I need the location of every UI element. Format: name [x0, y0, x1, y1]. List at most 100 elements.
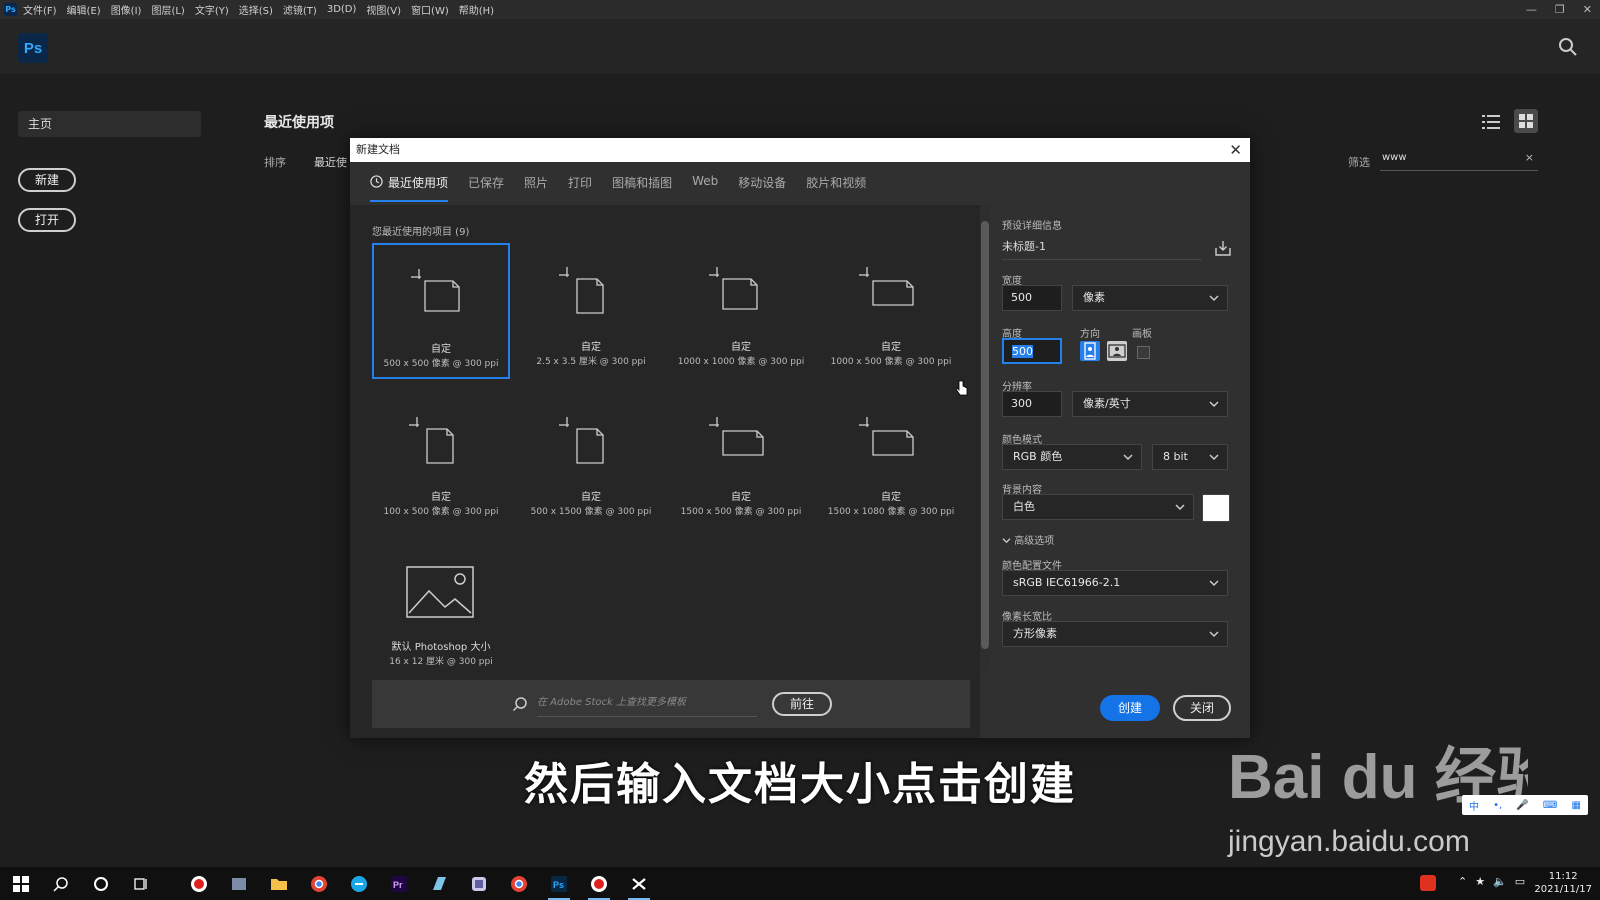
menu-help[interactable]: 帮助(H): [459, 2, 494, 17]
tab-film-video[interactable]: 胶片和视频: [806, 174, 866, 200]
preset-card-name: 默认 Photoshop 大小: [391, 642, 491, 653]
sort-dropdown[interactable]: 最近使: [314, 154, 347, 170]
tray-app-icon[interactable]: ★: [1475, 875, 1485, 888]
filter-input[interactable]: www ×: [1380, 149, 1538, 171]
app-icon[interactable]: [226, 871, 252, 897]
menu-layer[interactable]: 图层(L): [151, 2, 184, 17]
go-button[interactable]: 前往: [772, 692, 832, 716]
list-view-icon[interactable]: [1482, 113, 1500, 131]
pixel-aspect-select[interactable]: 方形像素: [1002, 621, 1228, 647]
ime-mode-icon[interactable]: 中: [1469, 798, 1479, 813]
ime-punct-icon[interactable]: •,: [1493, 800, 1502, 811]
landscape-orientation-icon[interactable]: [1107, 341, 1127, 361]
bit-depth-select[interactable]: 8 bit: [1152, 444, 1228, 470]
browser-icon[interactable]: [346, 871, 372, 897]
menu-filter[interactable]: 滤镜(T): [283, 2, 317, 17]
menu-edit[interactable]: 编辑(E): [67, 2, 101, 17]
capcut-icon[interactable]: [626, 871, 652, 900]
tab-recent[interactable]: 最近使用项: [370, 174, 449, 202]
advanced-options-toggle[interactable]: 高级选项: [1002, 532, 1054, 547]
sidebar-item-home[interactable]: 主页: [18, 111, 201, 137]
preset-card[interactable]: 自定 1000 x 1000 像素 @ 300 ppi: [672, 243, 810, 379]
search-icon[interactable]: [48, 871, 74, 897]
sogou-ime-icon[interactable]: [1420, 875, 1436, 891]
width-input[interactable]: 500: [1002, 285, 1062, 311]
background-color-swatch[interactable]: [1202, 494, 1230, 522]
width-unit-select[interactable]: 像素: [1072, 285, 1228, 311]
save-preset-icon[interactable]: [1214, 239, 1232, 257]
preset-card[interactable]: 自定 500 x 1500 像素 @ 300 ppi: [522, 393, 660, 529]
microphone-icon[interactable]: 🎤: [1516, 800, 1528, 811]
close-icon[interactable]: ✕: [1583, 0, 1592, 19]
color-mode-select[interactable]: RGB 颜色: [1002, 444, 1142, 470]
resolution-unit-select[interactable]: 像素/英寸: [1072, 391, 1228, 417]
tray-expand-icon[interactable]: ⌃: [1458, 875, 1467, 888]
ime-toolbar[interactable]: 中 •, 🎤 ⌨ ▦: [1462, 795, 1588, 815]
recorder-icon[interactable]: [586, 871, 612, 900]
photoshop-taskbar-icon[interactable]: Ps: [546, 871, 572, 900]
windows-start-icon[interactable]: [8, 871, 34, 897]
grid-view-icon[interactable]: [1514, 109, 1538, 133]
artboard-checkbox[interactable]: [1137, 346, 1150, 359]
cortana-icon[interactable]: [88, 871, 114, 897]
chevron-down-icon: [1123, 454, 1133, 461]
stock-search-input[interactable]: 在 Adobe Stock 上查找更多模板: [537, 690, 757, 717]
preset-details-panel: 预设详细信息 未标题-1 宽度 500 像素 高度 方向 画板 500 分辨率 …: [992, 205, 1250, 738]
menu-type[interactable]: 文字(Y): [195, 2, 229, 17]
scrollbar[interactable]: [980, 205, 990, 671]
image-placeholder-icon: [406, 566, 474, 618]
record-app-icon[interactable]: [186, 871, 212, 897]
tab-saved[interactable]: 已保存: [468, 174, 504, 200]
premiere-icon[interactable]: Pr: [386, 871, 412, 897]
preset-card[interactable]: 自定 100 x 500 像素 @ 300 ppi: [372, 393, 510, 529]
clear-filter-icon[interactable]: ×: [1525, 149, 1534, 167]
menu-window[interactable]: 窗口(W): [411, 2, 449, 17]
close-button[interactable]: 关闭: [1173, 695, 1231, 721]
tab-photo[interactable]: 照片: [524, 174, 548, 200]
chevron-down-icon: [1209, 454, 1219, 461]
preset-card[interactable]: 自定 1000 x 500 像素 @ 300 ppi: [822, 243, 960, 379]
scrollbar-thumb[interactable]: [981, 221, 989, 649]
tab-web[interactable]: Web: [692, 174, 718, 200]
chrome2-icon[interactable]: [506, 871, 532, 897]
height-input[interactable]: 500: [1002, 338, 1062, 364]
open-button[interactable]: 打开: [18, 208, 76, 232]
chevron-down-icon: [1002, 538, 1011, 544]
menu-image[interactable]: 图像(I): [111, 2, 142, 17]
preset-card[interactable]: 默认 Photoshop 大小 16 x 12 厘米 @ 300 ppi: [372, 543, 510, 679]
system-clock[interactable]: 11:12 2021/11/17: [1534, 870, 1592, 896]
volume-icon[interactable]: 🔈: [1493, 875, 1507, 888]
portrait-orientation-icon[interactable]: [1080, 341, 1100, 361]
menu-view[interactable]: 视图(V): [366, 2, 401, 17]
preset-name-field[interactable]: 未标题-1: [1002, 237, 1202, 260]
resolution-input[interactable]: 300: [1002, 391, 1062, 417]
app3-icon[interactable]: [466, 871, 492, 897]
preset-card-dims: 500 x 1500 像素 @ 300 ppi: [530, 507, 652, 517]
preset-card[interactable]: 自定 2.5 x 3.5 厘米 @ 300 ppi: [522, 243, 660, 379]
restore-icon[interactable]: ❐: [1555, 0, 1565, 19]
color-profile-select[interactable]: sRGB IEC61966-2.1: [1002, 570, 1228, 596]
chrome-icon[interactable]: [306, 871, 332, 897]
preset-card[interactable]: 自定 500 x 500 像素 @ 300 ppi: [372, 243, 510, 379]
task-view-icon[interactable]: [128, 871, 154, 897]
menu-3d[interactable]: 3D(D): [327, 4, 357, 15]
network-icon[interactable]: ▭: [1515, 875, 1525, 888]
keyboard-icon[interactable]: ⌨: [1543, 800, 1557, 811]
preset-card[interactable]: 自定 1500 x 500 像素 @ 300 ppi: [672, 393, 810, 529]
minimize-icon[interactable]: —: [1526, 0, 1537, 19]
new-button[interactable]: 新建: [18, 168, 76, 192]
tab-art-illustration[interactable]: 图稿和插图: [612, 174, 672, 200]
file-explorer-icon[interactable]: [266, 871, 292, 897]
grid-menu-icon[interactable]: ▦: [1571, 800, 1580, 811]
preset-card[interactable]: 自定 1500 x 1080 像素 @ 300 ppi: [822, 393, 960, 529]
create-button[interactable]: 创建: [1100, 695, 1160, 721]
search-icon[interactable]: [1558, 37, 1578, 57]
menu-file[interactable]: 文件(F): [23, 2, 57, 17]
clock-date: 2021/11/17: [1534, 884, 1592, 895]
menu-select[interactable]: 选择(S): [239, 2, 273, 17]
app2-icon[interactable]: [426, 871, 452, 897]
background-select[interactable]: 白色: [1002, 494, 1194, 520]
dialog-close-icon[interactable]: ✕: [1229, 138, 1242, 162]
tab-mobile[interactable]: 移动设备: [738, 174, 786, 200]
tab-print[interactable]: 打印: [568, 174, 592, 200]
